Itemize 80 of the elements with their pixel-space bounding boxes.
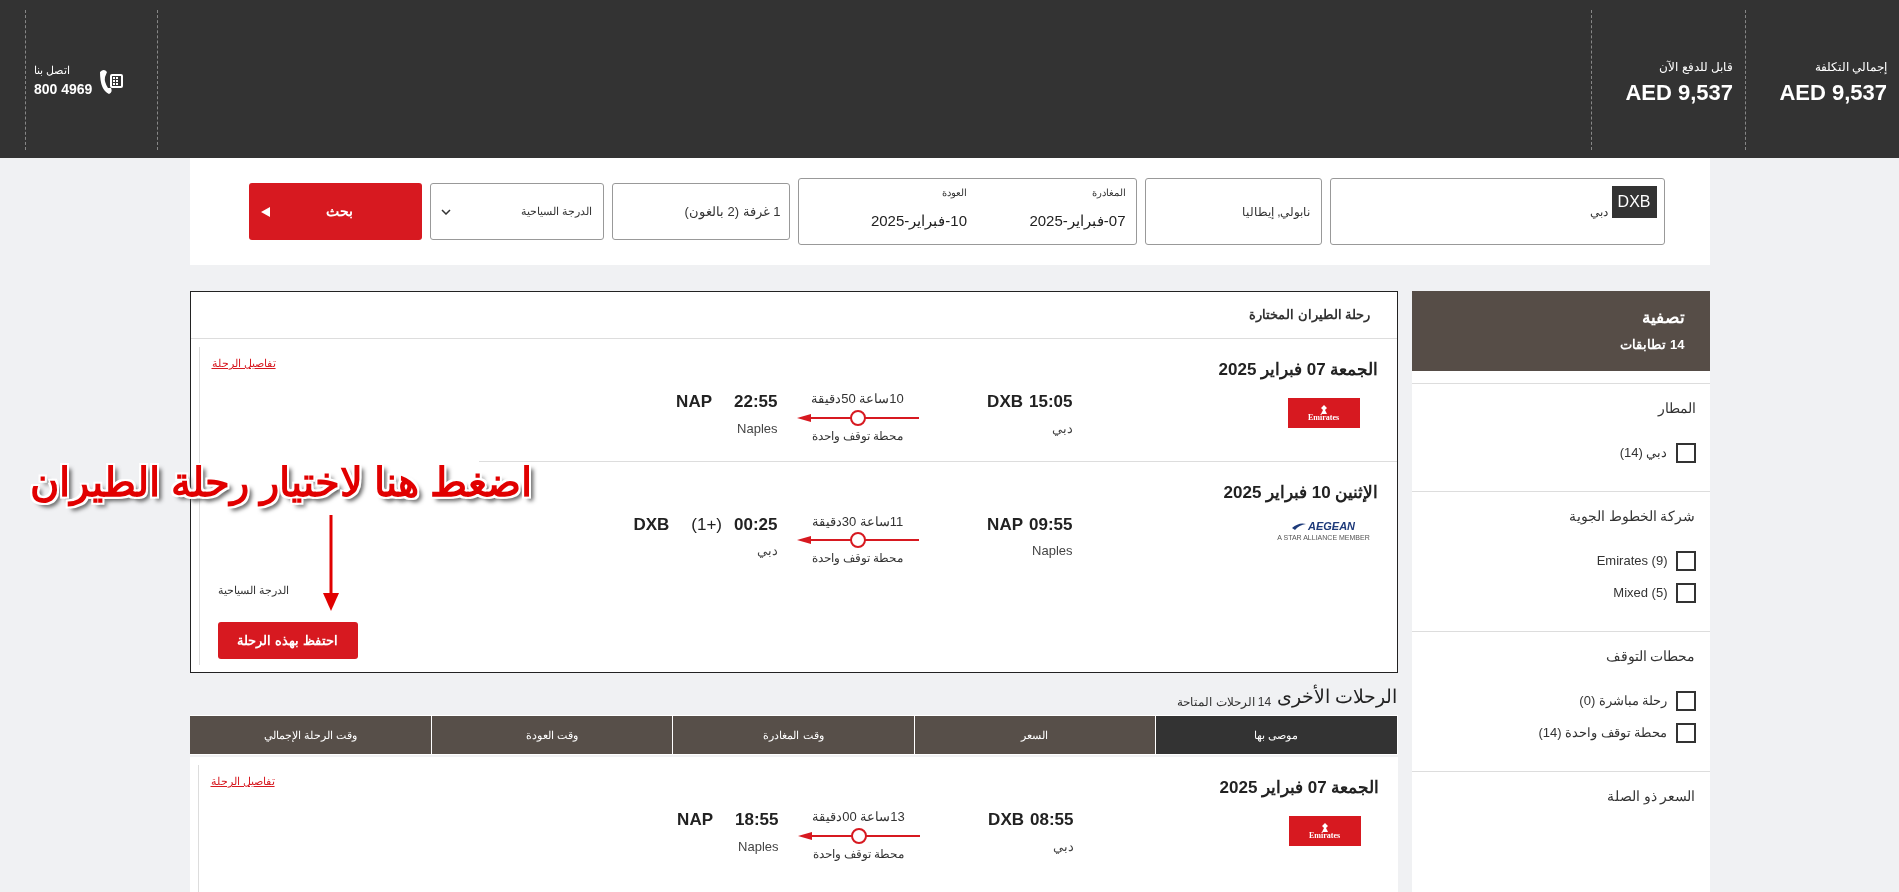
checkbox[interactable] [1675,551,1696,571]
checkbox[interactable] [1675,583,1696,603]
checkbox[interactable] [1675,723,1696,743]
flight-duration: 11ساعة 30دقيقة [811,512,904,531]
checkbox[interactable] [1675,691,1696,711]
sort-tab[interactable]: وقت الرحلة الإجمالي [190,716,431,754]
date-value: 10-فبراير-2025 [869,211,967,232]
departure-time: 15:05 [1029,391,1073,413]
filter-option-label: دبي (14) [1619,444,1668,463]
airline-logo: Emirates [1287,398,1360,428]
filter-section-title: السعر ذو الصلة [1605,787,1696,807]
sort-tab[interactable]: السعر [914,716,1156,754]
stops-info: محطة توقف واحدة [811,427,904,445]
checkbox[interactable] [1675,443,1696,463]
cabin-class: الدرجة السياحية [217,582,289,598]
panel-title: رحلة الطيران المختارة [190,292,1397,339]
arrival-city: Naples [737,419,778,438]
sort-tab[interactable]: وقت العودة [431,716,673,754]
filter-option-label: رحلة مباشرة (0) [1579,692,1668,711]
arrival-code: DXB [633,513,670,536]
arrival-time: 00:25 [734,513,778,536]
bird-icon [1291,522,1306,530]
departure-code: NAP [987,513,1023,536]
date-label: المغادرة [1090,186,1126,200]
chevron-down-icon [440,208,451,215]
stops-info: محطة توقف واحدة [811,550,904,567]
flight-details-link[interactable]: تفاصيل الرحلة [210,773,275,790]
airline-logo: Emirates [1288,816,1361,846]
next-day-marker: (1+) [691,513,722,536]
filter-option-label: Mixed (5) [1613,584,1668,603]
departure-code: DXB [988,809,1024,831]
flight-count: 14 الرحلات المتاحة [1177,694,1272,711]
search-button[interactable]: بحث [248,183,422,240]
phone-icon [98,68,125,94]
arrival-city: Naples [738,837,779,856]
flight-date: الجمعة 07 فبراير 2025 [1218,777,1380,799]
total-amount: AED 9,537 [1778,78,1887,107]
filter-option-label: Emirates (9) [1596,552,1668,571]
total-label: قابل للدفع الآن [1658,58,1733,76]
destination-field[interactable]: نابولي, إيطاليا [1144,178,1322,245]
emblem-icon [1320,822,1329,832]
departure-city: دبي [1051,419,1073,438]
total-label: إجمالي التكلفة [1813,58,1887,76]
filter-section-title: شركة الخطوط الجوية [1567,507,1696,527]
arrival-code: NAP [676,391,712,413]
flight-date: الجمعة 07 فبراير 2025 [1217,359,1379,381]
contact-phone: 800 4969 [34,79,93,99]
rooms-field[interactable]: 1 غرفة (2 بالغون) [611,183,790,240]
departure-code: DXB [987,391,1023,413]
section-title: الرحلات الأخرى [1277,683,1398,710]
play-icon [260,206,270,217]
flight-duration: 13ساعة 00دقيقة [812,808,905,826]
contact-label: اتصل بنا [34,63,71,79]
total-amount: AED 9,537 [1624,78,1733,107]
arrival-city: دبي [756,542,778,560]
stops-info: محطة توقف واحدة [812,845,905,863]
airport-code-badge: DXB [1611,186,1657,218]
date-value: 07-فبراير-2025 [1028,211,1126,232]
dates-field[interactable]: المغادرة 07-فبراير-2025 العودة 10-فبراير-2025 [797,178,1137,245]
arrival-time: 22:55 [734,391,778,413]
origin-city: دبي [1589,203,1608,221]
date-label: العودة [941,186,967,200]
arrival-code: NAP [677,809,713,831]
filter-section-title: المطار [1656,399,1696,419]
match-count: 14 تطابقات [1619,335,1685,354]
sort-tab[interactable]: وقت المغادرة [673,716,914,754]
arrival-time: 18:55 [735,809,779,831]
sort-tab[interactable]: موصى بها [1156,716,1397,754]
departure-time: 09:55 [1029,513,1073,536]
emblem-icon [1319,404,1328,414]
filter-option-label: محطة توقف واحدة (14) [1538,724,1668,743]
book-flight-button[interactable]: احتفظ بهذه الرحلة [217,622,358,659]
cabin-select[interactable]: الدرجة السياحية [429,183,604,240]
filter-section-title: محطات التوقف [1604,647,1696,667]
departure-city: دبي [1052,837,1074,856]
flight-details-link[interactable]: تفاصيل الرحلة [211,355,276,372]
departure-time: 08:55 [1030,809,1074,831]
filter-title: تصفية [1640,307,1685,329]
departure-city: Naples [1032,542,1073,560]
flight-duration: 10ساعة 50دقيقة [811,390,904,408]
